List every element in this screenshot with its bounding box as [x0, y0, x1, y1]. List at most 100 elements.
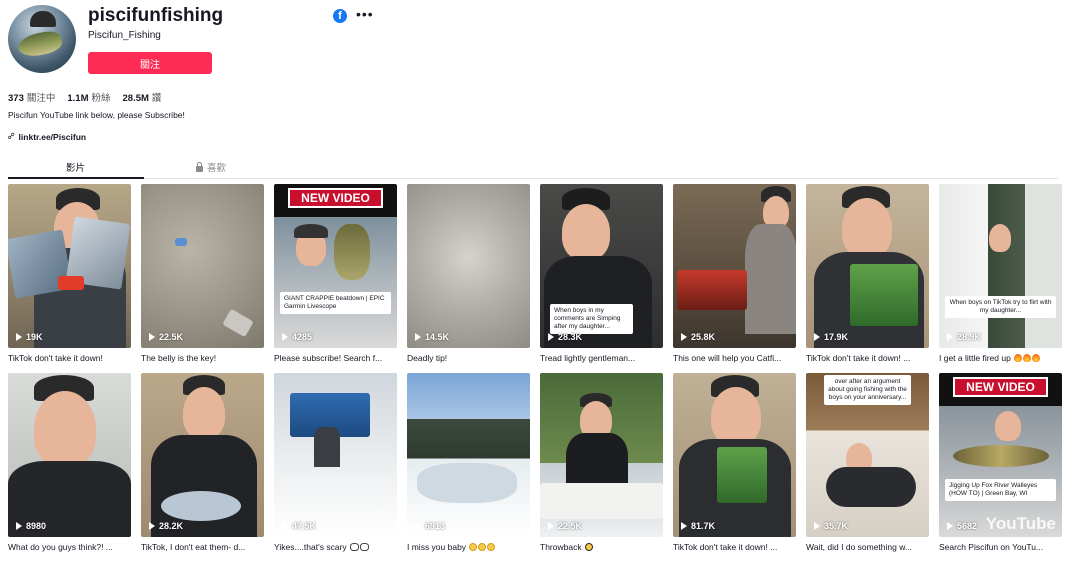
video-overlay-text: When boys in my comments are Simping aft… [550, 304, 633, 334]
sad-emoji [478, 543, 487, 551]
video-thumbnail[interactable]: 47.5K [274, 373, 397, 537]
profile-link[interactable]: ⚯ linktr.ee/Piscifun [5, 130, 87, 142]
play-icon [681, 333, 687, 341]
tab-liked-label: 喜歡 [207, 163, 227, 174]
video-thumbnail[interactable]: 14.5K [407, 184, 530, 348]
view-count: 35.7K [814, 521, 848, 531]
play-icon [548, 333, 554, 341]
video-card[interactable]: 47.5K Yikes....that's scary [274, 373, 397, 553]
tab-liked[interactable]: 喜歡 [196, 160, 226, 174]
play-icon [947, 333, 953, 341]
video-caption: TikTok, I don't eat them- d... [141, 542, 246, 552]
view-count: 4285 [282, 332, 312, 342]
video-caption: I get a little fired up [939, 353, 1059, 364]
video-card[interactable]: 19K TikTok don't take it down! [8, 184, 131, 364]
video-thumbnail[interactable]: NEW VIDEO Jigging Up Fox River Walleyes … [939, 373, 1062, 537]
tab-videos[interactable]: 影片 [66, 160, 85, 174]
stat-followers[interactable]: 1.1M 粉絲 [67, 90, 110, 104]
video-thumbnail[interactable]: over after an argument about going fishi… [806, 373, 929, 537]
view-count: 22.5K [548, 521, 582, 531]
tab-divider [8, 178, 1058, 179]
sunglasses-emoji [584, 543, 593, 551]
view-count: 6913 [415, 521, 445, 531]
view-count: 47.5K [282, 521, 316, 531]
video-card[interactable]: 22.5K Throwback [540, 373, 663, 553]
video-card[interactable]: 8980 What do you guys think?! ... [8, 373, 131, 553]
new-video-banner: NEW VIDEO [288, 188, 383, 208]
play-icon [282, 333, 288, 341]
stat-following[interactable]: 373 關注中 [8, 90, 55, 104]
video-thumbnail[interactable]: When boys on TikTok try to flirt with my… [939, 184, 1062, 348]
video-thumbnail[interactable]: 22.5K [141, 184, 264, 348]
video-caption: TikTok don't take it down! ... [673, 542, 778, 552]
follow-button[interactable]: 關注 [88, 52, 212, 74]
play-icon [149, 522, 155, 530]
video-thumbnail[interactable]: 81.7K [673, 373, 796, 537]
view-count: 28.9K [947, 332, 981, 342]
play-icon [282, 522, 288, 530]
eyes-emoji [360, 543, 370, 551]
stat-likes: 28.5M 讚 [122, 93, 162, 104]
video-thumbnail[interactable]: 6913 [407, 373, 530, 537]
sad-emoji [487, 543, 496, 551]
lock-icon [196, 161, 203, 172]
video-card[interactable]: NEW VIDEO Jigging Up Fox River Walleyes … [939, 373, 1062, 553]
avatar-cap [30, 11, 56, 27]
video-caption: I miss you baby [407, 542, 527, 553]
fire-emoji [1014, 354, 1023, 362]
sad-emoji [469, 543, 478, 551]
profile-nickname: Piscifun_Fishing [88, 30, 161, 41]
tab-active-indicator [8, 177, 144, 179]
video-thumbnail[interactable]: NEW VIDEO GIANT CRAPPIE beatdown | EPIC … [274, 184, 397, 348]
video-grid: 19K TikTok don't take it down! 22.5K The… [8, 184, 1062, 553]
video-caption: Wait, did I do something w... [806, 542, 912, 552]
play-icon [947, 522, 953, 530]
video-card[interactable]: 22.5K The belly is the key! [141, 184, 264, 364]
play-icon [548, 522, 554, 530]
fire-emoji [1032, 354, 1041, 362]
video-caption: TikTok don't take it down! ... [806, 353, 911, 363]
video-thumbnail[interactable]: 17.9K [806, 184, 929, 348]
video-caption: Yikes....that's scary [274, 542, 394, 553]
video-card[interactable]: over after an argument about going fishi… [806, 373, 929, 553]
youtube-watermark: YouTube [985, 514, 1056, 533]
video-caption: This one will help you Catfi... [673, 353, 782, 363]
video-thumbnail[interactable]: 25.8K [673, 184, 796, 348]
video-card[interactable]: When boys in my comments are Simping aft… [540, 184, 663, 364]
view-count: 25.8K [681, 332, 715, 342]
video-caption: Please subscribe! Search f... [274, 353, 383, 363]
profile-bio: Piscifun YouTube link below, please Subs… [8, 110, 185, 120]
profile-stats: 373 關注中 1.1M 粉絲 28.5M 讚 [8, 90, 161, 104]
profile-username: piscifunfishing [88, 5, 224, 26]
video-card[interactable]: 28.2K TikTok, I don't eat them- d... [141, 373, 264, 553]
video-card[interactable]: When boys on TikTok try to flirt with my… [939, 184, 1062, 364]
video-card[interactable]: 81.7K TikTok don't take it down! ... [673, 373, 796, 553]
video-card[interactable]: 14.5K Deadly tip! [407, 184, 530, 364]
video-caption: TikTok don't take it down! [8, 353, 103, 363]
video-thumbnail[interactable]: 8980 [8, 373, 131, 537]
facebook-icon[interactable]: f [333, 9, 347, 23]
view-count: 28.2K [149, 521, 183, 531]
video-thumbnail[interactable]: 28.2K [141, 373, 264, 537]
video-card[interactable]: 17.9K TikTok don't take it down! ... [806, 184, 929, 364]
video-thumbnail[interactable]: 19K [8, 184, 131, 348]
more-options-icon[interactable]: ••• [356, 6, 374, 22]
play-icon [415, 333, 421, 341]
video-card[interactable]: 6913 I miss you baby [407, 373, 530, 553]
view-count: 81.7K [681, 521, 715, 531]
profile-link-text[interactable]: linktr.ee/Piscifun [19, 132, 87, 142]
video-overlay-text: When boys on TikTok try to flirt with my… [945, 296, 1056, 318]
video-caption: Search Piscifun on YouTu... [939, 542, 1044, 552]
play-icon [415, 522, 421, 530]
video-thumbnail[interactable]: 22.5K [540, 373, 663, 537]
play-icon [149, 333, 155, 341]
video-overlay-text: GIANT CRAPPIE beatdown | EPIC Garmin Liv… [280, 292, 391, 314]
video-thumbnail[interactable]: When boys in my comments are Simping aft… [540, 184, 663, 348]
avatar-fish [16, 28, 64, 60]
video-caption: Deadly tip! [407, 353, 448, 363]
eyes-emoji [350, 543, 360, 551]
play-icon [814, 522, 820, 530]
view-count: 14.5K [415, 332, 449, 342]
video-card[interactable]: 25.8K This one will help you Catfi... [673, 184, 796, 364]
video-card[interactable]: NEW VIDEO GIANT CRAPPIE beatdown | EPIC … [274, 184, 397, 364]
